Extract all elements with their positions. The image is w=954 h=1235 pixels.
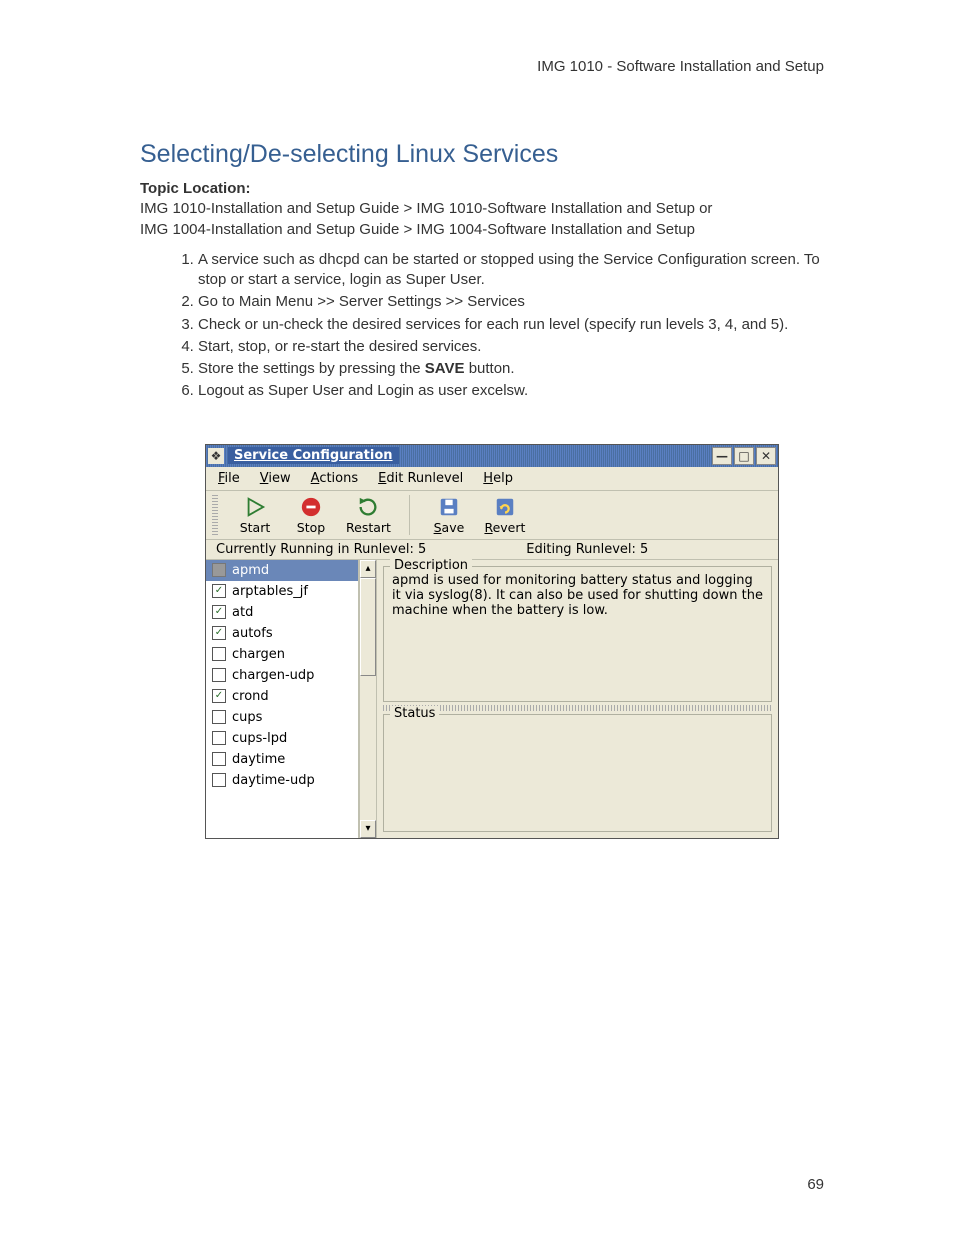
menu-help[interactable]: Help <box>483 471 513 486</box>
menu-edit-runlevel[interactable]: Edit Runlevel <box>378 471 463 486</box>
play-icon <box>243 496 267 518</box>
service-row-crond[interactable]: ✓ crond <box>206 686 358 707</box>
stop-icon <box>299 496 323 518</box>
description-text: apmd is used for monitoring battery stat… <box>392 573 763 618</box>
save-button[interactable]: Save <box>428 496 470 535</box>
steps-list: A service such as dhcpd can be started o… <box>140 250 844 402</box>
splitter-icon[interactable] <box>383 705 772 711</box>
page-number: 69 <box>807 1176 824 1193</box>
checkbox-icon[interactable] <box>212 647 226 661</box>
toolbar: Start Stop Restart Save Revert <box>206 491 778 540</box>
maximize-button[interactable]: □ <box>734 447 754 465</box>
restart-icon <box>356 496 380 518</box>
checkbox-icon[interactable] <box>212 752 226 766</box>
step-1: A service such as dhcpd can be started o… <box>198 250 844 291</box>
revert-icon <box>493 496 517 518</box>
step-5: Store the settings by pressing the SAVE … <box>198 359 844 379</box>
close-button[interactable]: ✕ <box>756 447 776 465</box>
service-row-apmd[interactable]: apmd <box>206 560 358 581</box>
window-menu-icon[interactable]: ❖ <box>208 448 224 464</box>
checkbox-icon[interactable]: ✓ <box>212 626 226 640</box>
service-row-cups[interactable]: cups <box>206 707 358 728</box>
scroll-track[interactable] <box>360 578 376 820</box>
service-row-atd[interactable]: ✓ atd <box>206 602 358 623</box>
status-box: Status <box>383 714 772 832</box>
checkbox-icon[interactable] <box>212 710 226 724</box>
service-row-chargen-udp[interactable]: chargen-udp <box>206 665 358 686</box>
service-row-arptables[interactable]: ✓ arptables_jf <box>206 581 358 602</box>
checkbox-icon[interactable] <box>212 563 226 577</box>
checkbox-icon[interactable]: ✓ <box>212 605 226 619</box>
service-row-daytime[interactable]: daytime <box>206 749 358 770</box>
titlebar[interactable]: ❖ Service Configuration — □ ✕ <box>206 445 778 467</box>
status-legend: Status <box>390 706 439 721</box>
step-3: Check or un-check the desired services f… <box>198 315 844 335</box>
start-button[interactable]: Start <box>234 496 276 535</box>
running-header: IMG 1010 - Software Installation and Set… <box>537 58 824 75</box>
scrollbar[interactable]: ▴ ▾ <box>359 560 377 838</box>
service-row-autofs[interactable]: ✓ autofs <box>206 623 358 644</box>
scroll-thumb[interactable] <box>360 578 376 677</box>
scroll-down-icon[interactable]: ▾ <box>360 820 376 838</box>
checkbox-icon[interactable]: ✓ <box>212 584 226 598</box>
checkbox-icon[interactable]: ✓ <box>212 689 226 703</box>
checkbox-icon[interactable] <box>212 731 226 745</box>
service-list[interactable]: apmd ✓ arptables_jf ✓ atd ✓ autofs charg… <box>206 560 359 838</box>
runlevel-status: Currently Running in Runlevel: 5 Editing… <box>206 540 778 560</box>
editing-runlevel: Editing Runlevel: 5 <box>526 542 648 557</box>
restart-button[interactable]: Restart <box>346 496 391 535</box>
topic-location-label: Topic Location: <box>140 180 251 197</box>
current-runlevel: Currently Running in Runlevel: 5 <box>216 542 426 557</box>
menu-file[interactable]: File <box>218 471 240 486</box>
service-row-daytime-udp[interactable]: daytime-udp <box>206 770 358 791</box>
menu-actions[interactable]: Actions <box>311 471 359 486</box>
topic-line-2: IMG 1004-Installation and Setup Guide > … <box>140 221 695 238</box>
window-title: Service Configuration <box>228 447 399 464</box>
scroll-up-icon[interactable]: ▴ <box>360 560 376 578</box>
checkbox-icon[interactable] <box>212 773 226 787</box>
service-row-cups-lpd[interactable]: cups-lpd <box>206 728 358 749</box>
step-4: Start, stop, or re-start the desired ser… <box>198 337 844 357</box>
topic-location: Topic Location: IMG 1010-Installation an… <box>140 179 844 240</box>
save-icon <box>437 496 461 518</box>
page-title: Selecting/De-selecting Linux Services <box>140 140 844 169</box>
revert-button[interactable]: Revert <box>484 496 526 535</box>
step-6: Logout as Super User and Login as user e… <box>198 381 844 401</box>
step-2: Go to Main Menu >> Server Settings >> Se… <box>198 292 844 312</box>
menu-view[interactable]: View <box>260 471 291 486</box>
description-legend: Description <box>390 558 472 573</box>
minimize-button[interactable]: — <box>712 447 732 465</box>
topic-line-1: IMG 1010-Installation and Setup Guide > … <box>140 200 712 217</box>
checkbox-icon[interactable] <box>212 668 226 682</box>
description-box: Description apmd is used for monitoring … <box>383 566 772 702</box>
service-config-window: ❖ Service Configuration — □ ✕ File View … <box>205 444 779 839</box>
toolbar-separator <box>409 495 410 535</box>
toolbar-grip-icon <box>212 495 218 535</box>
details-pane: Description apmd is used for monitoring … <box>377 560 778 838</box>
menubar: File View Actions Edit Runlevel Help <box>206 467 778 491</box>
stop-button[interactable]: Stop <box>290 496 332 535</box>
service-row-chargen[interactable]: chargen <box>206 644 358 665</box>
